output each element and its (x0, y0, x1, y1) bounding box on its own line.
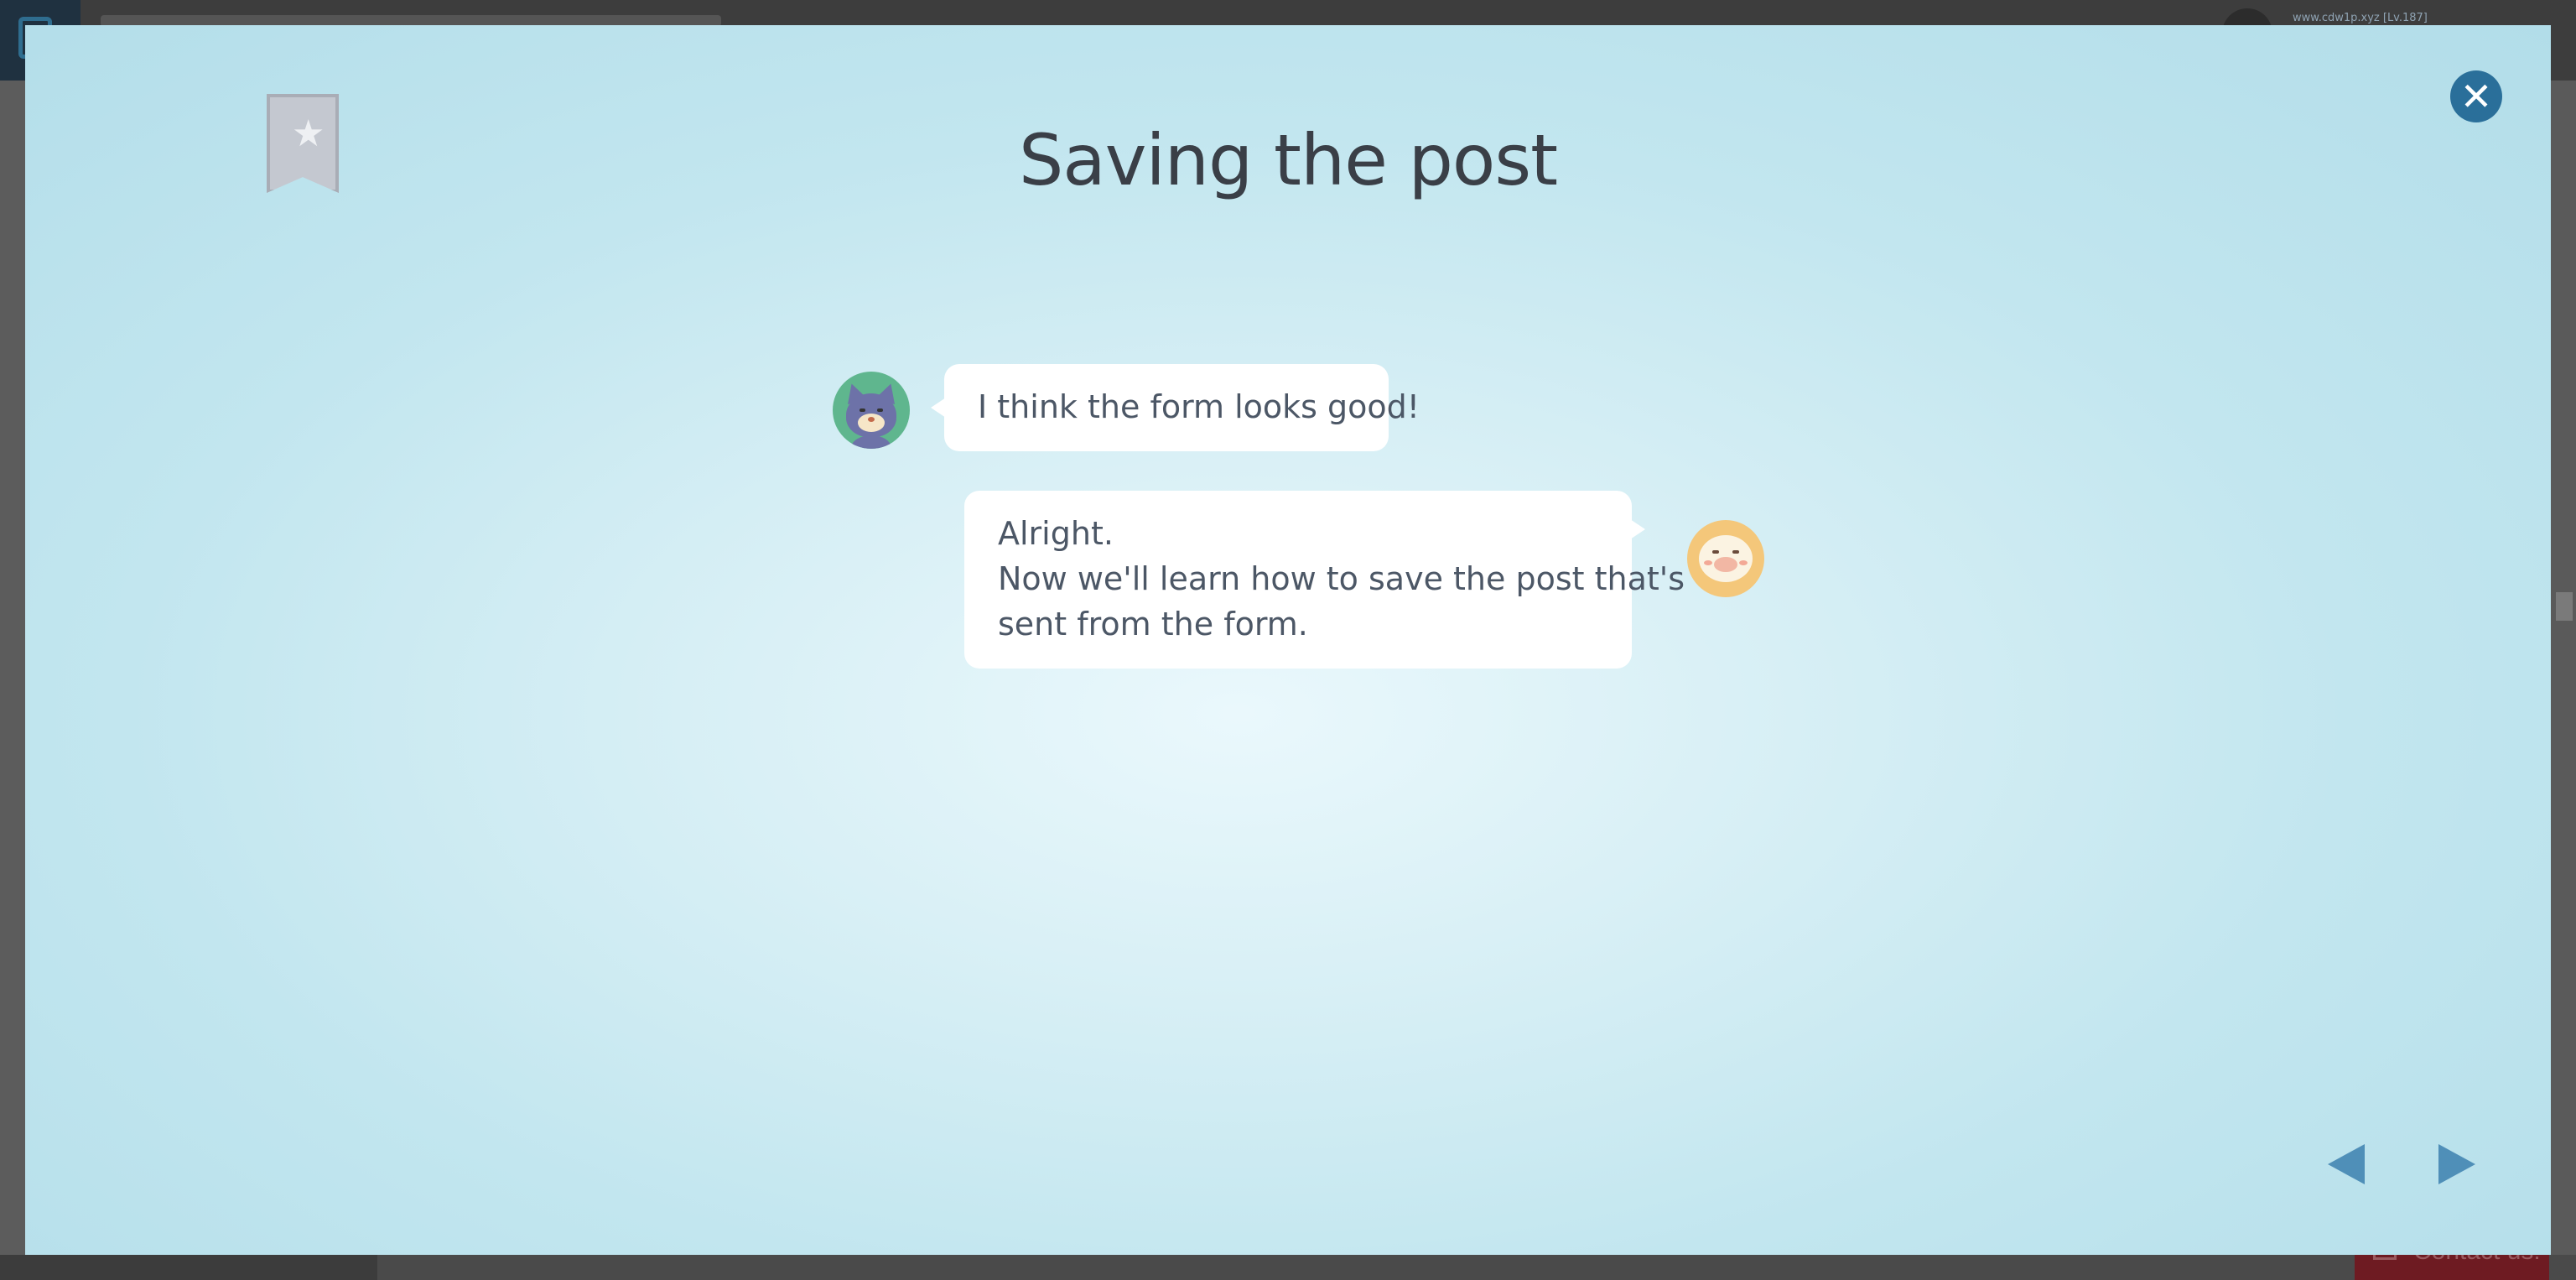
lesson-title: Saving the post (1018, 119, 1558, 201)
close-button[interactable]: ✕ (2450, 70, 2502, 122)
background-scrollbar (2551, 81, 2576, 1255)
cat-avatar (833, 372, 910, 449)
close-icon: ✕ (2459, 74, 2493, 119)
background-bottom-left (0, 1255, 377, 1280)
chat-line: Alright. (998, 515, 1114, 552)
next-button[interactable] (2430, 1139, 2480, 1189)
background-sidebar (0, 81, 25, 1255)
pig-avatar (1687, 520, 1764, 597)
lesson-modal: ★ Saving the post ✕ I think the form loo… (25, 25, 2551, 1255)
background-scrollbar-thumb (2556, 592, 2573, 621)
chat-line: sent from the form. (998, 606, 1308, 643)
background-bottom-bar (0, 1255, 2576, 1280)
chat-line: I think the form looks good! (978, 388, 1420, 425)
previous-button[interactable] (2323, 1139, 2373, 1189)
chat-line: Now we'll learn how to save the post tha… (998, 560, 1685, 597)
triangle-left-icon (2328, 1144, 2365, 1184)
triangle-right-icon (2438, 1144, 2475, 1184)
chat-bubble-right: Alright. Now we'll learn how to save the… (964, 491, 1685, 669)
chat-bubble-left: I think the form looks good! (931, 364, 1420, 451)
user-label: www.cdw1p.xyz [Lv.187] (2293, 12, 2428, 24)
